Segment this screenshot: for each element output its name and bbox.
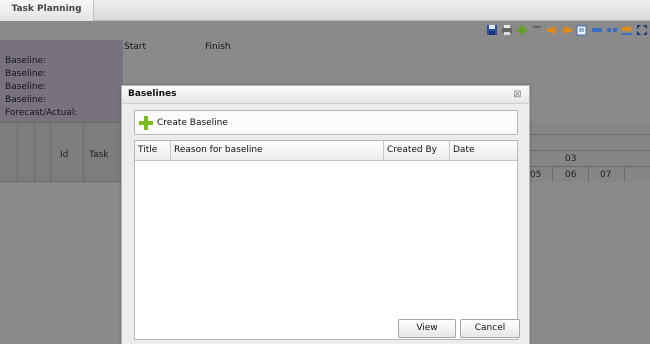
save-icon[interactable]: [486, 24, 498, 36]
gantt-divider: [552, 167, 553, 182]
gantt-header: 03 05 06 07: [529, 122, 650, 182]
grid-header: Title Reason for baseline Created By Dat…: [135, 141, 517, 161]
grid-divider: [83, 123, 84, 183]
grid-divider: [50, 123, 51, 183]
baseline-label: Baseline:: [5, 95, 47, 105]
fullscreen-icon[interactable]: [636, 24, 648, 36]
baselines-grid: Title Reason for baseline Created By Dat…: [134, 140, 518, 340]
baselines-dialog: Baselines ⊠ Create Baseline Title Reason…: [121, 85, 530, 344]
create-baseline-bar: Create Baseline: [134, 110, 518, 135]
gantt-divider: [624, 167, 625, 182]
arrow-left-icon[interactable]: [561, 24, 573, 36]
column-header-reason[interactable]: Reason for baseline: [171, 141, 384, 160]
grid-divider: [17, 123, 18, 183]
gantt-day-label: 06: [565, 170, 577, 180]
gantt-day-label: 05: [530, 170, 542, 180]
finish-label: Finish: [205, 42, 231, 52]
plus-icon: [139, 116, 153, 130]
baseline-icon[interactable]: [621, 24, 633, 36]
link-icon[interactable]: [591, 24, 603, 36]
baseline-label: Baseline:: [5, 69, 47, 79]
column-header-date[interactable]: Date: [450, 141, 517, 160]
gantt-week-label: 03: [565, 154, 577, 164]
create-baseline-button[interactable]: Create Baseline: [139, 115, 228, 131]
print-icon[interactable]: [501, 24, 513, 36]
view-button[interactable]: View: [398, 319, 456, 338]
gantt-header-row: [529, 122, 650, 135]
column-header-created-by[interactable]: Created By: [384, 141, 450, 160]
gantt-day-label: 07: [600, 170, 612, 180]
grid-divider: [34, 123, 35, 183]
gantt-divider: [588, 167, 589, 182]
tab-task-planning[interactable]: Task Planning: [0, 0, 94, 21]
toolbar: [486, 23, 648, 37]
column-header-id[interactable]: Id: [60, 150, 68, 160]
delete-icon[interactable]: [531, 24, 543, 36]
column-header-title[interactable]: Title: [135, 141, 171, 160]
create-baseline-label: Create Baseline: [157, 118, 228, 128]
column-header-task[interactable]: Task: [89, 150, 108, 160]
unlink-icon[interactable]: [606, 24, 618, 36]
baseline-label: Baseline:: [5, 56, 47, 66]
tab-strip: Task Planning: [0, 0, 650, 21]
cancel-button[interactable]: Cancel: [460, 319, 520, 338]
arrow-right-icon[interactable]: [546, 24, 558, 36]
gantt-header-row: [529, 151, 650, 167]
start-label: Start: [124, 42, 146, 52]
task-grid-header: Id Task: [0, 122, 123, 183]
forecast-actual-label: Forecast/Actual:: [5, 108, 78, 118]
baseline-label: Baseline:: [5, 82, 47, 92]
close-icon[interactable]: ⊠: [512, 89, 523, 100]
dialog-header[interactable]: Baselines ⊠: [122, 86, 529, 104]
edit-icon[interactable]: [576, 24, 588, 36]
add-icon[interactable]: [516, 24, 528, 36]
gantt-header-row: [529, 135, 650, 151]
dialog-title: Baselines: [128, 89, 177, 99]
